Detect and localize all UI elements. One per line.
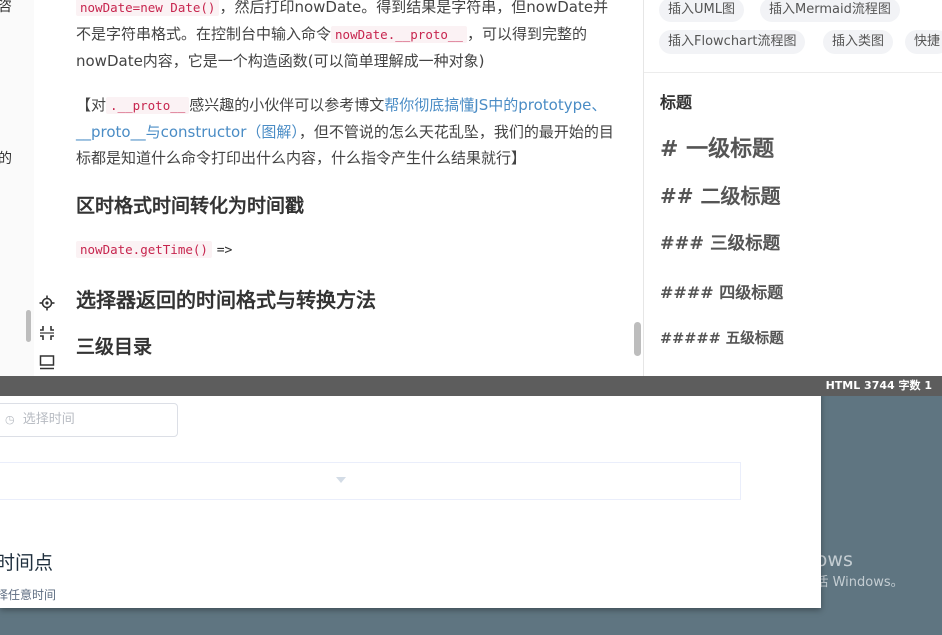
demo-code-toggle-bar[interactable] [0, 462, 741, 500]
insert-flowchart-chip[interactable]: 插入Flowchart流程图 [659, 30, 806, 54]
heading-example-h5[interactable]: ##### 五级标题 [660, 327, 784, 348]
heading-selector-format: 选择器返回的时间格式与转换方法 [76, 288, 376, 312]
rail-text-fragment: 咨 [0, 0, 12, 15]
clock-icon: ◷ [5, 413, 15, 426]
left-rail: 咨 的 [0, 0, 34, 376]
heading-example-h2[interactable]: ## 二级标题 [660, 180, 780, 209]
layout-icon[interactable] [38, 353, 56, 371]
inline-code: nowDate=new Date() [76, 0, 220, 16]
paragraph-gettime: nowDate.getTime() => [76, 236, 621, 264]
heading-convert-timestamp: 区时格式时间转化为时间戳 [76, 195, 305, 217]
inline-code: nowDate.getTime() [76, 241, 212, 258]
syntax-help-panel: 插入UML图 插入Mermaid流程图 插入Flowchart流程图 插入类图 … [644, 0, 942, 376]
heading-example-h1[interactable]: # 一级标题 [660, 131, 774, 163]
inline-code: nowDate.__proto__ [331, 26, 467, 43]
markdown-editor-window: 咨 的 nowDate=new Date() ，然后打印nowDate。得到结果是… [0, 0, 942, 396]
shortcut-chip[interactable]: 快捷 [905, 30, 942, 54]
paragraph-proto-note: 【对 .__proto__ 感兴趣的小伙伴可以参考博文帮你彻底搞懂JS中的proto… [76, 96, 614, 167]
rail-text-fragment: 的 [0, 151, 12, 167]
word-count-status: HTML 3744 字数 1 [825, 379, 932, 392]
heading-example-h4[interactable]: #### 四级标题 [660, 279, 783, 303]
background-browser-window: ◷ 选择时间 时间点 择任意时间 [0, 390, 821, 608]
section-description: 择任意时间 [0, 588, 57, 602]
heading-level3-catalog: 三级目录 [76, 336, 153, 358]
time-picker-input[interactable]: ◷ 选择时间 [0, 403, 178, 437]
status-bar: HTML 3744 字数 1 [0, 376, 942, 396]
article-content: nowDate=new Date() ，然后打印nowDate。得到结果是字符串，… [76, 0, 621, 359]
left-scrollbar-thumb[interactable] [26, 310, 31, 342]
insert-class-diagram-chip[interactable]: 插入类图 [823, 30, 894, 54]
headings-section-label: 标题 [660, 93, 693, 112]
section-title: 时间点 [0, 552, 54, 574]
inline-code: .__proto__ [106, 97, 190, 114]
insert-uml-chip[interactable]: 插入UML图 [659, 0, 744, 22]
locate-icon[interactable] [38, 294, 56, 312]
editor-scrollbar-thumb[interactable] [634, 322, 641, 356]
caret-down-icon [336, 477, 346, 483]
heading-example-h3[interactable]: ### 三级标题 [660, 230, 780, 255]
time-picker-placeholder: 选择时间 [22, 412, 75, 427]
collapse-icon[interactable] [38, 324, 56, 342]
panel-separator [644, 72, 942, 73]
paragraph-nowdate: nowDate=new Date() ，然后打印nowDate。得到结果是字符串，… [76, 0, 609, 70]
insert-mermaid-chip[interactable]: 插入Mermaid流程图 [760, 0, 900, 22]
